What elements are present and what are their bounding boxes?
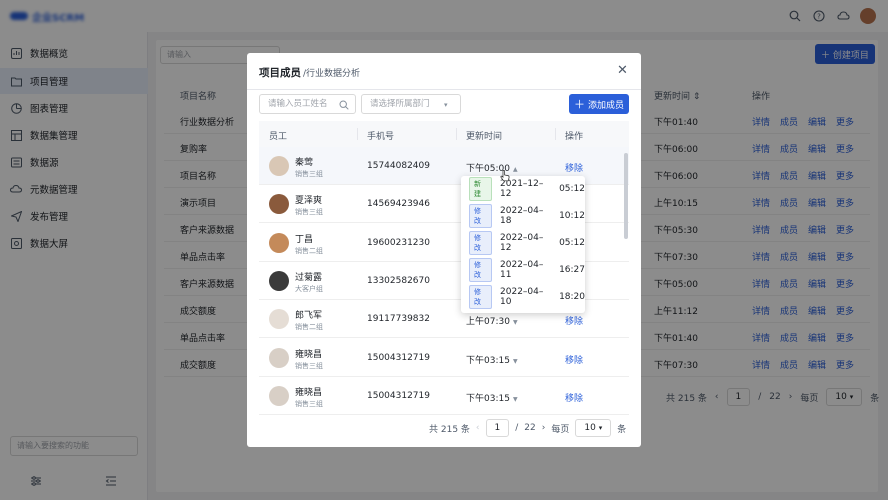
history-date: 2022–04–10	[500, 287, 544, 307]
remove-member-link[interactable]: 移除	[565, 391, 583, 404]
member-dept: 销售二组	[295, 323, 323, 332]
per-page-select[interactable]: 10 ▾	[575, 419, 612, 437]
history-item: 修改 2022–04–10 18:20	[469, 285, 585, 309]
remove-member-link[interactable]: 移除	[565, 353, 583, 366]
remove-member-link[interactable]: 移除	[565, 161, 583, 174]
col-header-time: 更新时间	[466, 132, 503, 142]
history-item: 新建 2021–12–12 05:12	[469, 177, 585, 201]
member-row: 雍晓昌 销售三组 15004312719 下午03:15 ▼ 移除	[259, 339, 629, 377]
members-table-header: 员工 手机号 更新时间 操作	[259, 121, 629, 147]
member-dept: 大客户组	[295, 284, 323, 293]
col-header-ops: 操作	[565, 132, 584, 142]
chevron-down-icon: ▼	[512, 319, 518, 327]
avatar	[269, 156, 289, 176]
history-time: 10:12	[559, 211, 585, 221]
history-time: 16:27	[559, 265, 585, 275]
total-pages: 22	[524, 423, 536, 433]
member-name: 郎飞军	[295, 311, 323, 322]
modal-subtitle: /行业数据分析	[303, 69, 361, 79]
member-phone: 15004312719	[367, 390, 430, 401]
history-time: 05:12	[559, 184, 585, 194]
total-count: 共 215 条	[429, 424, 470, 435]
history-date: 2022–04–18	[500, 206, 544, 226]
member-phone: 14569423946	[367, 199, 430, 210]
avatar	[269, 270, 289, 291]
avatar	[269, 194, 289, 215]
history-time: 18:20	[559, 292, 585, 302]
chevron-down-icon: ▼	[512, 395, 518, 403]
department-select[interactable]: 请选择所属部门 ▾	[361, 94, 461, 114]
avatar	[269, 385, 289, 406]
history-date: 2021–12–12	[500, 179, 544, 199]
member-name: 过菊露	[295, 272, 323, 283]
avatar	[269, 347, 289, 368]
member-row: 雍晓昌 销售三组 15004312719 下午03:15 ▼ 移除	[259, 377, 629, 415]
update-history-popover: 新建 2021–12–12 05:12 修改 2022–04–18 10:12 修改 2022…	[461, 176, 585, 313]
chevron-down-icon: ▾	[598, 424, 603, 432]
history-date: 2022–04–11	[500, 260, 544, 280]
plus-icon: ＋	[573, 98, 585, 111]
chevron-down-icon: ▼	[512, 357, 518, 365]
status-badge: 修改	[469, 285, 493, 309]
update-time[interactable]: 下午03:15 ▼	[466, 353, 518, 366]
add-member-button[interactable]: ＋ 添加成员	[569, 94, 629, 114]
update-time[interactable]: 下午03:15 ▼	[466, 391, 518, 404]
next-page-icon[interactable]: ›	[542, 423, 546, 433]
member-name: 夏泽爽	[295, 196, 323, 207]
avatar	[269, 232, 289, 253]
member-dept: 销售三组	[295, 170, 323, 178]
avatar	[269, 309, 289, 330]
member-phone: 15744082409	[367, 161, 430, 171]
member-phone: 19117739832	[367, 314, 430, 325]
history-item: 修改 2022–04–18 10:12	[469, 204, 585, 228]
chevron-down-icon: ▾	[444, 101, 448, 109]
close-icon[interactable]: ✕	[617, 63, 628, 78]
members-pagination: 共 215 条 ‹ 1 / 22 › 每页 10 ▾ 条	[429, 419, 626, 437]
member-phone: 19600231230	[367, 237, 430, 248]
history-time: 05:12	[559, 238, 585, 248]
member-phone: 15004312719	[367, 352, 430, 363]
col-header-employee: 员工	[269, 132, 288, 142]
status-badge: 修改	[469, 204, 493, 228]
page-input[interactable]: 1	[485, 419, 510, 437]
member-name: 雍晓昌	[295, 349, 323, 360]
history-item: 修改 2022–04–12 05:12	[469, 231, 585, 255]
divider	[247, 89, 641, 90]
per-page-label: 每页	[551, 424, 570, 435]
cursor-hand-icon	[500, 170, 510, 182]
member-dept: 销售三组	[295, 208, 323, 217]
remove-member-link[interactable]: 移除	[565, 314, 583, 327]
member-dept: 销售三组	[295, 399, 323, 408]
col-header-phone: 手机号	[367, 132, 395, 142]
employee-search-input[interactable]: 请输入员工姓名	[259, 94, 356, 114]
status-badge: 修改	[469, 231, 493, 255]
member-name: 丁昌	[295, 234, 314, 245]
member-name: 秦莺	[295, 158, 314, 168]
scrollbar[interactable]	[624, 153, 628, 239]
prev-page-icon[interactable]: ‹	[476, 423, 480, 433]
members-modal: 项目成员 /行业数据分析 ✕ 请输入员工姓名 请选择所属部门 ▾ ＋ 添加成员 …	[247, 53, 641, 447]
member-phone: 13302582670	[367, 275, 430, 286]
member-dept: 销售三组	[295, 361, 323, 370]
member-name: 雍晓昌	[295, 387, 323, 398]
modal-title: 项目成员	[259, 67, 301, 79]
status-badge: 新建	[469, 177, 493, 201]
status-badge: 修改	[469, 258, 493, 282]
update-time[interactable]: 上午07:30 ▼	[466, 314, 518, 327]
history-date: 2022–04–12	[500, 233, 544, 253]
member-dept: 销售二组	[295, 246, 323, 255]
history-item: 修改 2022–04–11 16:27	[469, 258, 585, 282]
chevron-up-icon: ▲	[512, 166, 518, 173]
search-icon[interactable]	[339, 99, 349, 110]
